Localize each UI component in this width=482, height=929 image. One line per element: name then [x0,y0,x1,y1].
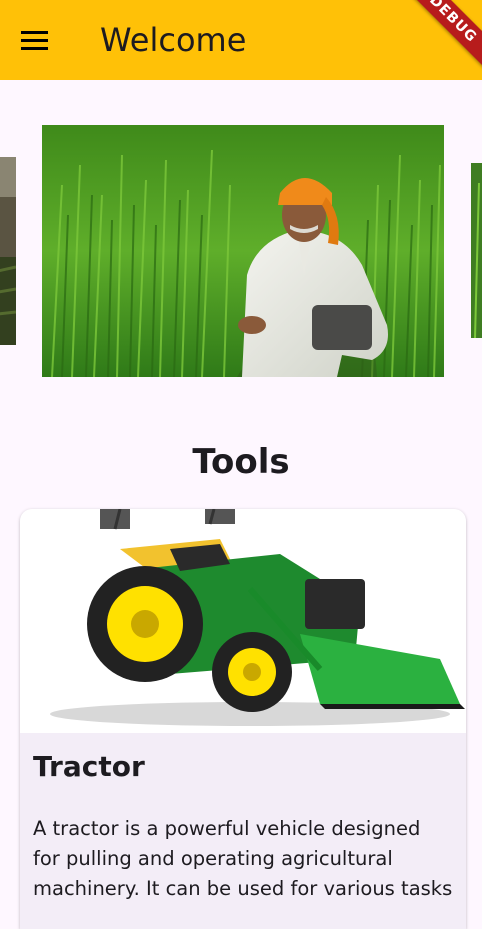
card-description: A tractor is a powerful vehicle designed… [33,817,453,900]
tool-card-tractor[interactable]: Tractor A tractor is a powerful vehicle … [20,509,466,929]
app-bar-title: Welcome [100,21,247,59]
card-title: Tractor [33,750,145,783]
app-bar: Welcome DEBUG [0,0,482,81]
section-title-tools: Tools [192,442,290,483]
debug-banner: DEBUG [391,0,482,81]
green-crop-image [471,163,482,338]
menu-button[interactable] [10,16,58,64]
field-landscape-image [0,157,16,345]
carousel-slide-previous[interactable] [0,157,16,345]
image-carousel[interactable] [0,125,482,377]
farmer-in-wheat-field-image [42,125,444,377]
carousel-slide-current[interactable] [42,125,444,377]
card-image [20,509,466,733]
hamburger-menu-icon [20,30,48,50]
tractor-image [50,509,465,726]
carousel-slide-next[interactable] [471,163,482,338]
